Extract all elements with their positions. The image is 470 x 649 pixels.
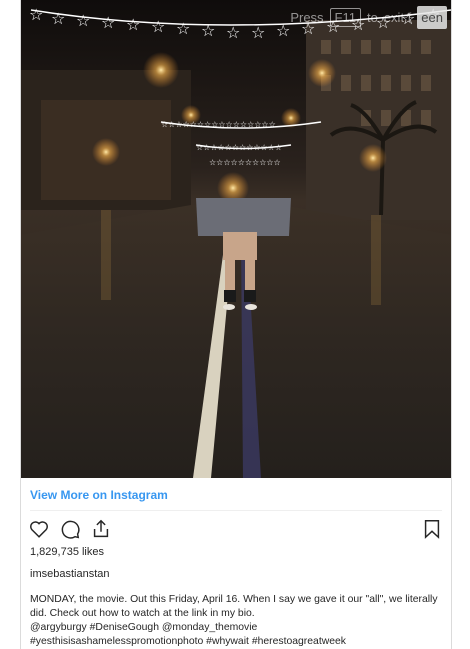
svg-text:☆: ☆ [51, 9, 65, 28]
mention-monday-themovie[interactable]: @monday_themovie [162, 622, 257, 633]
share-icon[interactable] [90, 518, 112, 540]
instagram-embed: ☆ ☆ ☆ ☆ ☆ ☆ ☆ ☆ ☆ ☆ ☆ ☆ ☆ ☆ ☆ ☆ ☆ ☆☆☆☆☆☆☆☆☆☆☆☆☆☆☆ ☆ … [20, 0, 452, 649]
to-text: to [366, 9, 378, 25]
post-caption: MONDAY, the movie. Out this Friday, Apri… [30, 593, 442, 649]
like-count: 1,829,735 likes [30, 546, 104, 558]
svg-text:☆☆☆☆☆☆☆☆☆☆☆☆☆☆☆☆: ☆☆☆☆☆☆☆☆☆☆☆☆☆☆☆☆ [161, 120, 276, 129]
bookmark-icon[interactable] [421, 518, 443, 540]
night-street-scene: ☆ ☆ ☆ ☆ ☆ ☆ ☆ ☆ ☆ ☆ ☆ ☆ ☆ ☆ ☆ ☆ ☆ ☆☆☆☆☆☆☆☆☆☆☆☆☆☆☆ ☆ … [21, 0, 451, 478]
hashtag-shameless-promotion[interactable]: #yesthisisashamelesspromotionphoto [30, 636, 203, 647]
svg-text:☆: ☆ [29, 5, 43, 24]
hashtag-whywait[interactable]: #whywait [206, 636, 249, 647]
svg-text:☆: ☆ [101, 13, 115, 32]
hashtag-herestoagreatweek[interactable]: #herestoagreatweek [252, 636, 346, 647]
username[interactable]: imsebastianstan [30, 568, 110, 580]
action-bar [28, 518, 112, 540]
svg-text:☆: ☆ [76, 11, 90, 30]
svg-text:☆☆☆☆☆☆☆☆☆☆☆☆: ☆☆☆☆☆☆☆☆☆☆☆☆ [196, 143, 282, 152]
hashtag-denisegough[interactable]: #DeniseGough [90, 622, 159, 633]
exit-text: exit f [383, 9, 412, 25]
caption-text: MONDAY, the movie. Out this Friday, Apri… [30, 594, 438, 619]
svg-text:☆: ☆ [151, 17, 165, 36]
svg-text:☆: ☆ [176, 19, 190, 38]
comment-icon[interactable] [59, 518, 81, 540]
svg-text:☆: ☆ [201, 21, 215, 40]
fullscreen-pill[interactable]: een [417, 5, 447, 29]
view-more-link[interactable]: View More on Instagram [30, 488, 168, 502]
heart-icon[interactable] [28, 518, 50, 540]
mention-argyburgy[interactable]: @argyburgy [30, 622, 87, 633]
svg-text:☆: ☆ [126, 15, 140, 34]
svg-text:☆☆☆☆☆☆☆☆☆☆: ☆☆☆☆☆☆☆☆☆☆ [209, 158, 281, 167]
fullscreen-hint: Press F11 to exit f een [237, 0, 451, 34]
divider [30, 510, 442, 511]
post-photo[interactable]: ☆ ☆ ☆ ☆ ☆ ☆ ☆ ☆ ☆ ☆ ☆ ☆ ☆ ☆ ☆ ☆ ☆ ☆☆☆☆☆☆☆☆☆☆☆☆☆☆☆ ☆ … [21, 0, 451, 478]
f11-key: F11 [329, 7, 361, 27]
press-text: Press [290, 9, 324, 25]
